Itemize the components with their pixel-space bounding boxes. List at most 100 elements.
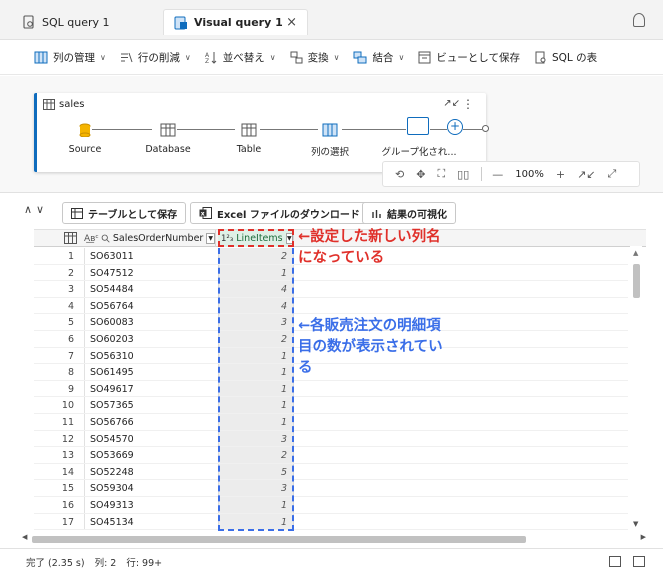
- table-icon: [241, 123, 257, 137]
- table-row[interactable]: 11 SO56766 1: [34, 414, 646, 431]
- table-row[interactable]: 16 SO49313 1: [34, 497, 646, 514]
- reduce-rows-button[interactable]: 行の削減 ∨: [120, 50, 191, 65]
- tab-sql-query-1[interactable]: SQL query 1: [22, 9, 110, 35]
- diagram-canvas[interactable]: sales ↗↙ ⋮ Source Database Table 列の選択 グル: [0, 76, 663, 192]
- cell-salesordernumber[interactable]: SO60083: [90, 317, 134, 328]
- cell-salesordernumber[interactable]: SO56310: [90, 351, 134, 362]
- step-source[interactable]: Source: [65, 123, 105, 155]
- row-number: 10: [61, 400, 74, 412]
- ribbon-toolbar: 列の管理 ∨ 行の削減 ∨ AZ 並べ替え ∨ 変換 ∨ 結合 ∨ ビューとして保存 SQ…: [0, 41, 663, 75]
- cell-salesordernumber[interactable]: SO60203: [90, 334, 134, 345]
- button-label: 結果の可視化: [387, 209, 447, 221]
- cell-salesordernumber[interactable]: SO49313: [90, 500, 134, 511]
- transform-button[interactable]: 変換 ∨: [290, 50, 339, 65]
- cell-salesordernumber[interactable]: SO56764: [90, 301, 134, 312]
- row-number: 12: [61, 433, 74, 445]
- manage-columns-button[interactable]: 列の管理 ∨: [34, 50, 106, 65]
- table-icon: [160, 123, 176, 137]
- cell-salesordernumber[interactable]: SO54570: [90, 434, 134, 445]
- row-divider: [84, 480, 85, 497]
- row-number: 1: [67, 251, 74, 262]
- vertical-scrollbar[interactable]: ▲ ▼: [630, 246, 642, 530]
- chart-icon: [372, 209, 381, 218]
- cell-salesordernumber[interactable]: SO63011: [90, 251, 134, 262]
- column-dropdown-icon[interactable]: ▼: [206, 233, 215, 244]
- row-divider: [84, 497, 85, 514]
- visualize-results-button[interactable]: 結果の可視化: [362, 202, 456, 224]
- ribbon-label: ビューとして保存: [436, 52, 520, 64]
- sort-button[interactable]: AZ 並べ替え ∨: [205, 50, 276, 65]
- add-step-icon[interactable]: +: [447, 119, 463, 135]
- ribbon-label: 並べ替え: [222, 52, 265, 64]
- scroll-left-icon[interactable]: ◀: [22, 533, 27, 541]
- cell-salesordernumber[interactable]: SO45134: [90, 517, 134, 528]
- row-divider: [84, 414, 85, 431]
- row-number: 5: [67, 317, 74, 329]
- chevron-down-icon: ∨: [269, 53, 276, 62]
- close-icon[interactable]: ×: [286, 15, 297, 30]
- join-button[interactable]: 結合 ∨: [353, 50, 404, 65]
- tab-visual-query-1[interactable]: Visual query 1 ×: [163, 9, 308, 35]
- scroll-right-icon[interactable]: ▶: [641, 533, 646, 541]
- table-row[interactable]: 13 SO53669 2: [34, 447, 646, 464]
- cell-salesordernumber[interactable]: SO53669: [90, 450, 134, 461]
- cell-salesordernumber[interactable]: SO59304: [90, 483, 134, 494]
- table-icon[interactable]: [64, 232, 77, 244]
- cell-salesordernumber[interactable]: SO49617: [90, 384, 134, 395]
- table-row[interactable]: 9 SO49617 1: [34, 380, 646, 398]
- collapse-icon[interactable]: ↗↙: [577, 168, 595, 181]
- pan-icon[interactable]: ✥: [416, 168, 425, 181]
- table-row[interactable]: 4 SO56764 4: [34, 297, 646, 315]
- row-divider: [84, 297, 85, 315]
- annotation-line: る: [298, 360, 313, 376]
- cell-salesordernumber[interactable]: SO47512: [90, 268, 134, 279]
- zoom-out-icon[interactable]: —: [492, 168, 503, 181]
- save-as-view-button[interactable]: ビューとして保存: [418, 50, 520, 65]
- table-row[interactable]: 12 SO54570 3: [34, 430, 646, 448]
- row-divider: [84, 331, 85, 348]
- visual-query-icon: [174, 16, 187, 29]
- split-view-icon[interactable]: [633, 556, 645, 567]
- scroll-up-icon[interactable]: ▲: [633, 249, 638, 257]
- annotation-line: 目の数が表示されてい: [298, 339, 443, 355]
- cell-salesordernumber[interactable]: SO57365: [90, 400, 134, 411]
- table-row[interactable]: 10 SO57365 1: [34, 397, 646, 414]
- step-database[interactable]: Database: [143, 123, 193, 155]
- horizontal-scrollbar[interactable]: ◀ ▶: [22, 533, 646, 546]
- cell-salesordernumber[interactable]: SO52248: [90, 467, 134, 478]
- collapse-results-icon[interactable]: ∧∨: [24, 203, 48, 216]
- annotation-column-highlight: [218, 229, 294, 247]
- cell-salesordernumber[interactable]: SO56766: [90, 417, 134, 428]
- table-row[interactable]: 3 SO54484 4: [34, 281, 646, 298]
- sort-icon: AZ: [205, 52, 217, 64]
- table-row[interactable]: 17 SO45134 1: [34, 513, 646, 531]
- cell-salesordernumber[interactable]: SO54484: [90, 284, 134, 295]
- column-header-salesordernumber[interactable]: A͟ʙᶜ SalesOrderNumber ▼: [84, 230, 216, 247]
- table-row[interactable]: 14 SO52248 5: [34, 463, 646, 481]
- fit-to-screen-icon[interactable]: ⛶: [437, 167, 445, 181]
- annotation-red-note: ←設定した新しい列名 になっている: [298, 227, 441, 269]
- row-border: [34, 529, 628, 531]
- collapse-icon[interactable]: ↗↙: [443, 98, 460, 109]
- expand-icon[interactable]: ⤢: [608, 167, 617, 181]
- minimap-icon[interactable]: ▯▯: [457, 168, 469, 181]
- reduce-rows-icon: [120, 52, 133, 63]
- grid-view-icon[interactable]: [609, 556, 621, 567]
- more-options-icon[interactable]: ⋮: [462, 97, 474, 111]
- copilot-icon[interactable]: [633, 13, 645, 27]
- button-label: テーブルとして保存: [88, 209, 178, 221]
- zoom-in-icon[interactable]: +: [556, 168, 565, 181]
- save-as-table-button[interactable]: テーブルとして保存: [62, 202, 187, 224]
- cell-salesordernumber[interactable]: SO61495: [90, 367, 134, 378]
- table-row[interactable]: 15 SO59304 3: [34, 480, 646, 497]
- step-select-columns[interactable]: 列の選択: [305, 123, 355, 158]
- sql-button[interactable]: SQL の表: [534, 50, 597, 65]
- reset-icon[interactable]: ⟲: [395, 168, 404, 181]
- row-divider: [84, 397, 85, 414]
- download-excel-button[interactable]: x Excel ファイルのダウンロード: [190, 202, 369, 224]
- scroll-down-icon[interactable]: ▼: [633, 520, 638, 528]
- scroll-thumb[interactable]: [633, 264, 640, 298]
- scroll-thumb[interactable]: [32, 536, 526, 543]
- sql-file-icon: [23, 15, 34, 29]
- step-table[interactable]: Table: [229, 123, 269, 155]
